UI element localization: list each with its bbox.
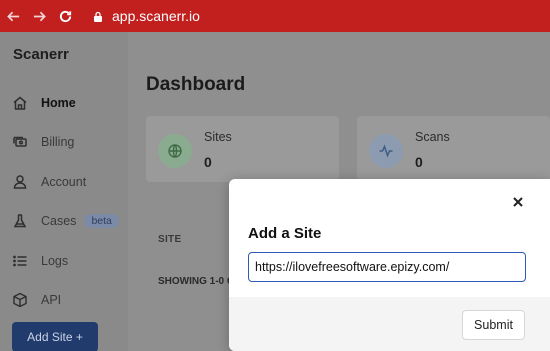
- globe-icon: [158, 134, 192, 168]
- address-bar[interactable]: app.scanerr.io: [92, 0, 200, 32]
- card-title: Scans: [415, 130, 450, 144]
- sidebar-item-label: Home: [41, 96, 76, 110]
- modal-footer: Submit: [229, 297, 550, 351]
- sidebar: Scanerr Home Billing Account Cases beta …: [0, 32, 128, 351]
- browser-toolbar: app.scanerr.io: [0, 0, 550, 32]
- site-url-input[interactable]: [248, 252, 526, 282]
- page-title: Dashboard: [146, 74, 246, 95]
- back-arrow-icon[interactable]: [2, 5, 24, 27]
- close-icon[interactable]: [509, 193, 527, 211]
- home-icon: [11, 94, 29, 112]
- list-icon: [11, 252, 29, 270]
- card-value: 0: [204, 154, 212, 170]
- sidebar-item-logs[interactable]: Logs: [11, 252, 68, 270]
- table-header-site[interactable]: SITE: [158, 234, 181, 245]
- sidebar-item-label: API: [41, 293, 62, 307]
- sidebar-item-label: Billing: [41, 135, 75, 149]
- forward-arrow-icon[interactable]: [28, 5, 50, 27]
- billing-icon: [11, 133, 29, 151]
- modal-title: Add a Site: [248, 225, 322, 242]
- lock-icon: [92, 10, 104, 22]
- pulse-icon: [369, 134, 403, 168]
- flask-icon: [11, 212, 29, 230]
- url-text: app.scanerr.io: [112, 8, 200, 24]
- card-title: Sites: [204, 130, 232, 144]
- scans-card[interactable]: Scans 0: [357, 116, 550, 182]
- submit-button[interactable]: Submit: [462, 310, 525, 340]
- pagination-summary: SHOWING 1-0 O: [158, 276, 235, 287]
- card-value: 0: [415, 154, 423, 170]
- sidebar-item-billing[interactable]: Billing: [11, 133, 74, 151]
- sidebar-item-cases[interactable]: Cases beta: [11, 212, 119, 230]
- sidebar-item-label: Cases: [41, 214, 77, 228]
- user-icon: [11, 173, 29, 191]
- add-site-modal: Add a Site Submit: [229, 179, 550, 351]
- add-site-button[interactable]: Add Site +: [12, 322, 98, 351]
- sites-card[interactable]: Sites 0: [146, 116, 339, 182]
- brand-logo[interactable]: Scanerr: [13, 46, 69, 63]
- reload-icon[interactable]: [54, 5, 76, 27]
- sidebar-item-home[interactable]: Home: [11, 94, 76, 112]
- cube-icon: [11, 291, 29, 309]
- sidebar-item-api[interactable]: API: [11, 291, 61, 309]
- sidebar-item-label: Logs: [41, 254, 69, 268]
- beta-badge: beta: [84, 214, 119, 228]
- sidebar-item-label: Account: [41, 175, 87, 189]
- sidebar-item-account[interactable]: Account: [11, 173, 86, 191]
